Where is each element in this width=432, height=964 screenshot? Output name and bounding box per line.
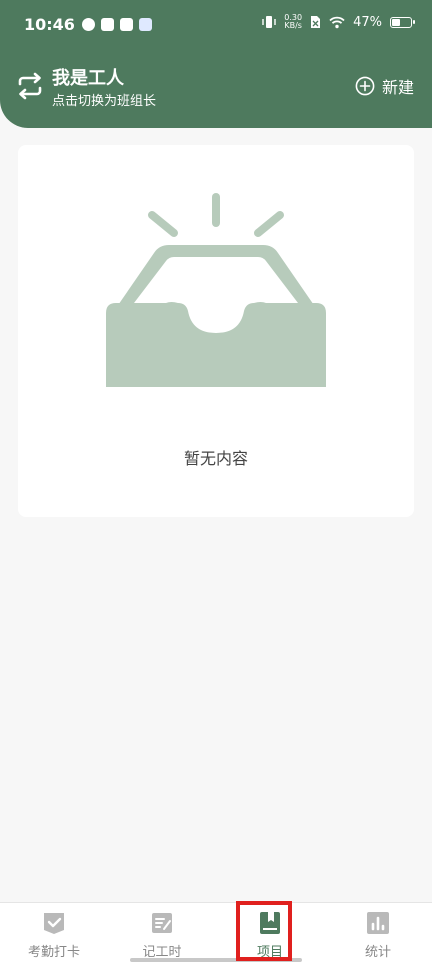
notification-app-icon <box>139 18 152 31</box>
tab-worklog[interactable]: 记工时 <box>108 903 216 964</box>
worklog-edit-icon <box>152 913 172 933</box>
sim-card-icon <box>311 16 321 28</box>
empty-inbox-icon <box>106 193 326 387</box>
notification-icons <box>82 18 152 31</box>
new-button-label: 新建 <box>381 78 414 97</box>
tab-checkin-label: 考勤打卡 <box>27 945 80 960</box>
tab-stats[interactable]: 统计 <box>324 903 432 964</box>
role-switch-hint[interactable]: 点击切换为班组长 <box>52 90 156 109</box>
app-header: 10:46 0.30 KB/s 47% 我是工人 点击切换为班组长 新建 <box>0 0 432 128</box>
plus-circle-icon <box>355 76 375 96</box>
battery-icon <box>390 16 415 28</box>
role-title[interactable]: 我是工人 <box>52 64 124 90</box>
network-speed-unit: KB/s <box>284 21 302 30</box>
status-right: 0.30 KB/s 47% <box>262 14 415 30</box>
notification-app-icon <box>82 18 95 31</box>
swap-arrows-icon[interactable] <box>16 72 44 100</box>
status-time: 10:46 <box>24 15 75 34</box>
wifi-icon <box>329 16 345 28</box>
empty-message: 暂无内容 <box>183 449 248 468</box>
network-speed: 0.30 KB/s <box>284 14 302 30</box>
tab-project-highlight <box>236 901 292 961</box>
battery-fill <box>392 18 400 26</box>
status-bar: 10:46 0.30 KB/s 47% <box>0 0 432 50</box>
project-list-card: 暂无内容 <box>18 145 414 517</box>
bottom-tab-bar: 考勤打卡 记工时 项目 统计 <box>0 902 432 964</box>
notification-app-icon <box>120 18 133 31</box>
checkin-check-icon <box>44 913 64 934</box>
new-button[interactable]: 新建 <box>355 74 414 98</box>
battery-percent: 47% <box>353 14 382 30</box>
tab-stats-label: 统计 <box>364 945 391 960</box>
tab-checkin[interactable]: 考勤打卡 <box>0 903 108 964</box>
stats-bar-icon <box>367 912 389 934</box>
notification-app-icon <box>101 18 114 31</box>
vibrate-icon <box>262 16 276 28</box>
